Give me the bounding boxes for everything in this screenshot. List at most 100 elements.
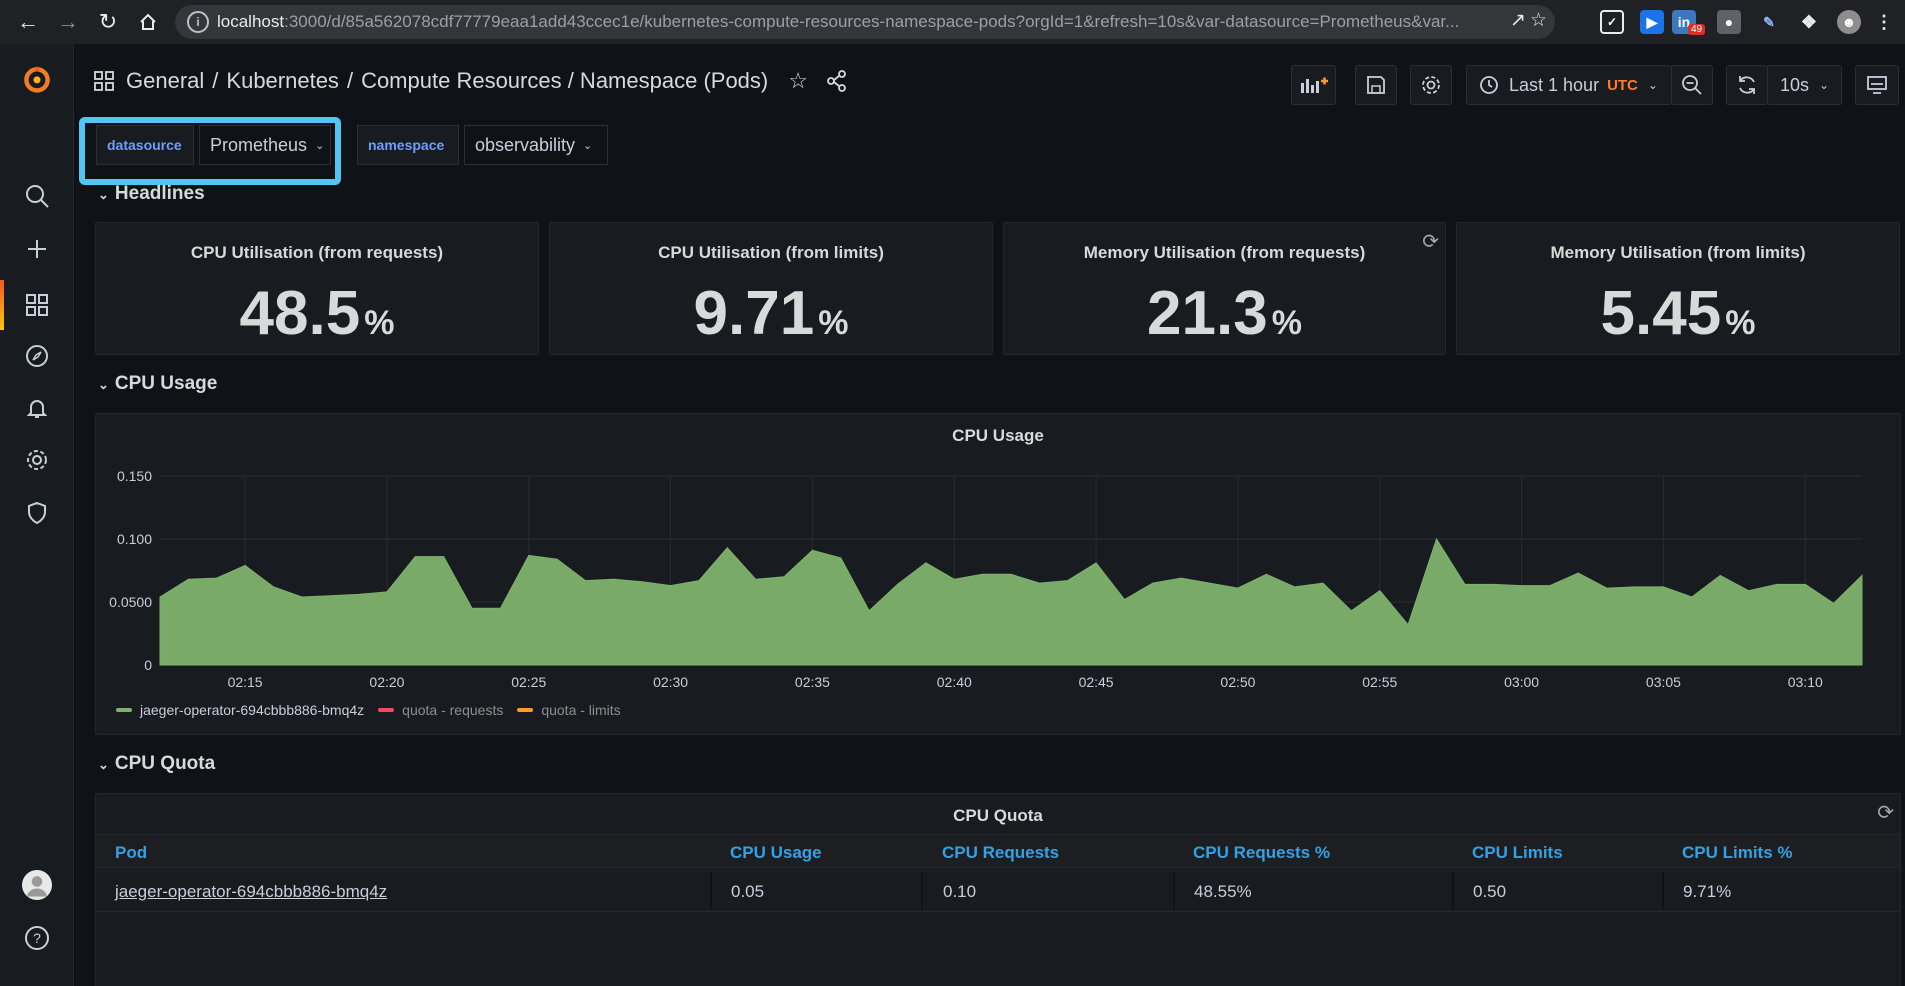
- home-icon[interactable]: [128, 0, 168, 44]
- clock-icon: [1480, 76, 1498, 94]
- site-info-icon[interactable]: i: [187, 11, 209, 33]
- stat-value: 9.71%: [550, 278, 992, 349]
- save-icon: [1367, 76, 1385, 94]
- stat-number: 48.5: [239, 279, 361, 348]
- pen-extension-icon[interactable]: ✎: [1757, 10, 1781, 34]
- pod-link[interactable]: jaeger-operator-694cbbb886-bmq4z: [115, 882, 387, 902]
- sidebar: ?: [0, 44, 74, 986]
- zoom-out-icon: [1682, 75, 1702, 95]
- forward-icon[interactable]: →: [48, 0, 88, 44]
- panel-title: CPU Quota: [953, 806, 1043, 825]
- stat-number: 21.3: [1147, 279, 1268, 348]
- stat-title: Memory Utilisation (from requests): [1083, 243, 1366, 262]
- table-cell: 0.10: [943, 882, 977, 901]
- column-header-cpu-requests[interactable]: CPU Requests: [942, 843, 1059, 863]
- star-icon[interactable]: ☆: [788, 68, 808, 94]
- legend-item[interactable]: jaeger-operator-694cbbb886-bmq4z: [116, 702, 364, 718]
- y-tick-label: 0.0500: [109, 594, 152, 610]
- y-tick-label: 0.150: [117, 468, 152, 484]
- stat-panel[interactable]: CPU Utilisation (from requests) 48.5%: [95, 222, 539, 355]
- refresh-interval-picker[interactable]: 10s ⌄: [1767, 65, 1842, 105]
- stat-title: CPU Utilisation (from requests): [190, 243, 444, 262]
- namespace-variable-select[interactable]: observability ⌄: [464, 125, 608, 165]
- browser-menu-icon[interactable]: ⋮: [1872, 10, 1896, 34]
- column-header-cpu-requests-pct[interactable]: CPU Requests %: [1193, 843, 1330, 863]
- column-header-pod[interactable]: Pod: [115, 843, 147, 863]
- column-header-cpu-limits[interactable]: CPU Limits: [1472, 843, 1563, 863]
- time-picker-button[interactable]: Last 1 hour UTC ⌄: [1466, 65, 1672, 105]
- cell-divider: [1662, 872, 1664, 910]
- bookmark-star-icon[interactable]: ☆: [1530, 9, 1547, 32]
- dashboards-icon[interactable]: [22, 290, 52, 320]
- column-header-cpu-limits-pct[interactable]: CPU Limits %: [1682, 843, 1793, 863]
- chevron-down-icon: ⌄: [98, 377, 109, 392]
- cell-divider: [1452, 872, 1454, 910]
- stat-title: CPU Utilisation (from limits): [658, 243, 884, 262]
- dashboard-header: General / Kubernetes / Compute Resources…: [94, 68, 848, 94]
- stat-panel[interactable]: Memory Utilisation (from limits) 5.45%: [1456, 222, 1900, 355]
- stat-unit: %: [818, 304, 849, 342]
- refresh-button[interactable]: [1726, 65, 1768, 105]
- server-admin-shield-icon[interactable]: [22, 498, 52, 528]
- breadcrumb-general[interactable]: General: [126, 68, 204, 94]
- address-bar[interactable]: i localhost:3000/d/85a562078cdf77779eaa1…: [175, 5, 1555, 39]
- settings-gear-icon: [1422, 76, 1440, 94]
- table-cell: 9.71%: [1683, 882, 1732, 901]
- stat-value: 21.3%: [1004, 278, 1445, 349]
- x-tick-label: 02:40: [937, 674, 972, 689]
- configuration-gear-icon[interactable]: [22, 445, 52, 475]
- extension-badge-count: 49: [1688, 24, 1706, 35]
- dashboards-grid-icon: [94, 71, 114, 91]
- url-path: :3000/d/85a562078cdf77779eaa1add43ccec1e…: [284, 12, 1460, 31]
- grafana-logo-icon[interactable]: [22, 64, 52, 94]
- row-cpu-quota[interactable]: ⌄ CPU Quota: [98, 753, 215, 775]
- row-cpu-usage[interactable]: ⌄ CPU Usage: [98, 373, 217, 395]
- dashboard-title[interactable]: Compute Resources / Namespace (Pods): [361, 68, 768, 94]
- extension-gray-icon[interactable]: ●: [1717, 10, 1741, 34]
- zoom-out-button[interactable]: [1671, 65, 1713, 105]
- breadcrumb-kubernetes[interactable]: Kubernetes: [226, 68, 339, 94]
- share-page-icon[interactable]: ↗: [1510, 9, 1526, 32]
- alerting-bell-icon[interactable]: [22, 393, 52, 423]
- legend-label: quota - limits: [541, 702, 621, 718]
- x-tick-label: 02:30: [653, 674, 688, 689]
- pocket-extension-icon[interactable]: ✓: [1600, 10, 1624, 34]
- breadcrumb-separator: /: [346, 68, 354, 93]
- back-icon[interactable]: ←: [8, 0, 48, 44]
- x-tick-label: 02:50: [1220, 674, 1255, 689]
- url-host: localhost: [217, 12, 285, 31]
- extension-blue-icon[interactable]: ▶: [1640, 10, 1664, 34]
- cpu-usage-graph-panel[interactable]: CPU Usage 0.150 0.100 0.0500 0 02:15 02:20 02:…: [95, 413, 1901, 735]
- stat-unit: %: [364, 304, 395, 342]
- profile-avatar-icon[interactable]: ☻: [1837, 10, 1861, 34]
- x-tick-label: 02:55: [1362, 674, 1397, 689]
- highlight-box: [79, 117, 341, 185]
- legend-item[interactable]: quota - requests: [378, 702, 503, 718]
- extensions-puzzle-icon[interactable]: ❖: [1797, 10, 1821, 34]
- cpu-usage-chart[interactable]: 0.150 0.100 0.0500 0 02:15 02:20 02:25 02:30 02:…: [96, 414, 1902, 689]
- create-plus-icon[interactable]: [22, 234, 52, 264]
- stat-panel[interactable]: Memory Utilisation (from requests) ⟳ 21.…: [1003, 222, 1446, 355]
- search-icon[interactable]: [22, 181, 52, 211]
- reload-icon[interactable]: ↻: [88, 0, 128, 44]
- user-avatar[interactable]: [22, 870, 52, 900]
- tv-mode-button[interactable]: [1855, 65, 1899, 105]
- stat-unit: %: [1725, 304, 1756, 342]
- series-area-jaeger-operator[interactable]: [159, 537, 1863, 666]
- x-tick-label: 02:25: [511, 674, 546, 689]
- dashboard-settings-button[interactable]: [1410, 65, 1452, 105]
- help-icon[interactable]: ?: [22, 923, 52, 953]
- monitor-icon: [1867, 76, 1887, 94]
- column-header-cpu-usage[interactable]: CPU Usage: [730, 843, 822, 863]
- share-icon[interactable]: [826, 70, 848, 92]
- explore-compass-icon[interactable]: [22, 341, 52, 371]
- row-headlines[interactable]: ⌄ Headlines: [98, 183, 205, 205]
- stat-panel[interactable]: CPU Utilisation (from limits) 9.71%: [549, 222, 993, 355]
- legend-item[interactable]: quota - limits: [517, 702, 621, 718]
- chart-legend: jaeger-operator-694cbbb886-bmq4z quota -…: [116, 702, 635, 718]
- namespace-variable-label: namespace: [357, 125, 459, 165]
- namespace-label-text: namespace: [368, 137, 445, 153]
- save-dashboard-button[interactable]: [1355, 65, 1397, 105]
- add-panel-button[interactable]: [1291, 65, 1336, 105]
- cpu-quota-table-panel[interactable]: CPU Quota ⟳ Pod CPU Usage CPU Requests C…: [95, 793, 1901, 986]
